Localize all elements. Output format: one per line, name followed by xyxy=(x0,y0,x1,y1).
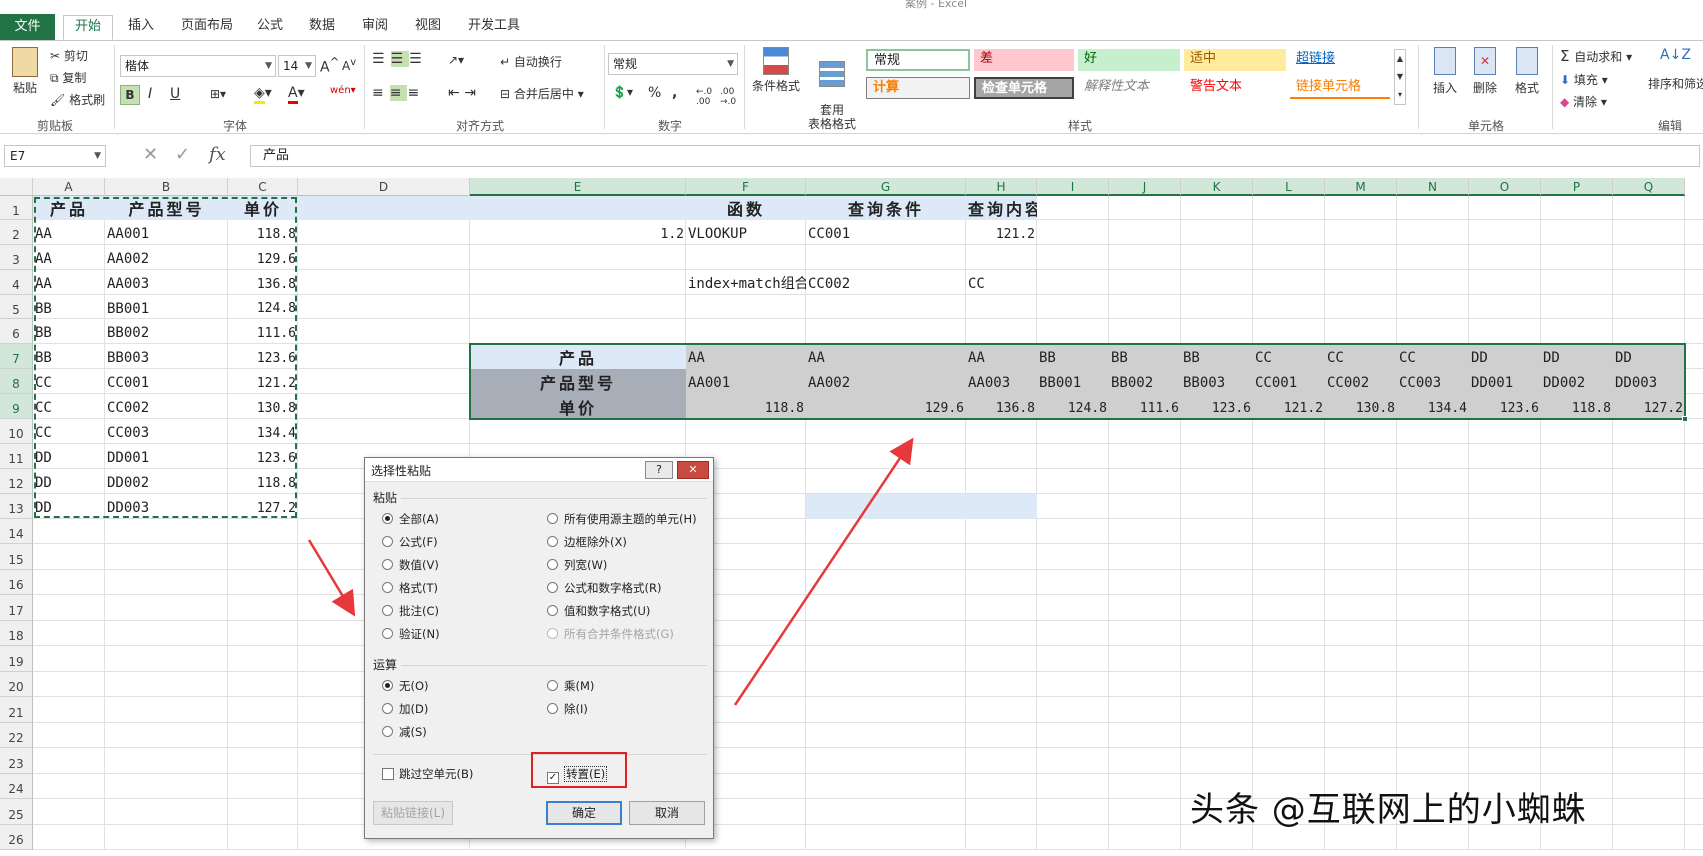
cancel-button[interactable]: 取消 xyxy=(629,801,705,825)
paste-option-radio: 所有合并条件格式(G) xyxy=(547,626,674,642)
radio-circle xyxy=(547,680,558,691)
paste-special-dialog: 选择性粘贴 ? ✕ 粘贴 运算 跳过空单元(B) ✓ 转置(E) 粘贴链接(L) … xyxy=(364,457,714,839)
radio-circle xyxy=(547,582,558,593)
radio-label: 全部(A) xyxy=(399,512,439,526)
paste-option-radio[interactable]: 公式和数字格式(R) xyxy=(547,580,661,596)
watermark: 头条 @互联网上的小蜘蛛 xyxy=(1190,790,1587,830)
radio-label: 值和数字格式(U) xyxy=(564,604,651,618)
radio-label: 公式和数字格式(R) xyxy=(564,581,662,595)
operation-section-label: 运算 xyxy=(373,658,398,672)
arrow-to-transposed-table xyxy=(733,437,914,706)
radio-circle xyxy=(547,559,558,570)
checkmark-icon: ✓ xyxy=(547,772,559,784)
ok-button[interactable]: 确定 xyxy=(546,801,622,825)
divider xyxy=(401,498,707,499)
radio-label: 验证(N) xyxy=(399,627,440,641)
radio-circle xyxy=(382,559,393,570)
radio-label: 格式(T) xyxy=(399,581,438,595)
transpose-checkbox[interactable]: ✓ 转置(E) xyxy=(547,766,608,784)
checkbox-box xyxy=(382,768,394,780)
radio-label: 乘(M) xyxy=(564,679,595,693)
paste-section-label: 粘贴 xyxy=(373,491,398,505)
radio-label: 批注(C) xyxy=(399,604,440,618)
transpose-label: 转置(E) xyxy=(564,766,608,782)
skip-blanks-checkbox[interactable]: 跳过空单元(B) xyxy=(382,766,473,782)
paste-option-radio[interactable]: 列宽(W) xyxy=(547,557,607,573)
operation-option-radio[interactable]: 减(S) xyxy=(382,724,427,740)
radio-circle xyxy=(382,513,393,524)
radio-label: 公式(F) xyxy=(399,535,438,549)
radio-circle xyxy=(382,703,393,714)
help-button[interactable]: ? xyxy=(645,461,673,479)
annotation-arrows xyxy=(307,437,914,706)
paste-option-radio[interactable]: 公式(F) xyxy=(382,534,438,550)
dialog-title: 选择性粘贴 xyxy=(371,464,432,478)
radio-label: 列宽(W) xyxy=(564,558,608,572)
radio-circle xyxy=(547,513,558,524)
radio-label: 无(O) xyxy=(399,679,429,693)
radio-circle xyxy=(547,536,558,547)
radio-circle xyxy=(547,628,558,639)
paste-option-radio[interactable]: 格式(T) xyxy=(382,580,438,596)
radio-label: 边框除外(X) xyxy=(564,535,627,549)
operation-option-radio[interactable]: 乘(M) xyxy=(547,678,594,694)
dialog-title-bar: 选择性粘贴 ? ✕ xyxy=(365,458,713,482)
radio-circle xyxy=(382,536,393,547)
paste-option-radio[interactable]: 边框除外(X) xyxy=(547,534,627,550)
arrow-to-dialog xyxy=(307,539,356,617)
radio-circle xyxy=(547,605,558,616)
radio-circle xyxy=(382,628,393,639)
radio-label: 数值(V) xyxy=(399,558,439,572)
paste-option-radio[interactable]: 数值(V) xyxy=(382,557,439,573)
skip-blanks-label: 跳过空单元(B) xyxy=(399,767,474,781)
radio-circle xyxy=(382,582,393,593)
paste-option-radio[interactable]: 所有使用源主题的单元(H) xyxy=(547,511,697,527)
radio-label: 所有使用源主题的单元(H) xyxy=(564,512,697,526)
radio-label: 除(I) xyxy=(564,702,588,716)
radio-circle xyxy=(547,703,558,714)
paste-option-radio[interactable]: 值和数字格式(U) xyxy=(547,603,650,619)
radio-circle xyxy=(382,726,393,737)
radio-circle xyxy=(382,680,393,691)
radio-label: 减(S) xyxy=(399,725,427,739)
paste-option-radio[interactable]: 批注(C) xyxy=(382,603,439,619)
radio-circle xyxy=(382,605,393,616)
radio-label: 加(D) xyxy=(399,702,429,716)
divider xyxy=(401,665,707,666)
radio-label: 所有合并条件格式(G) xyxy=(564,627,674,641)
paste-option-radio[interactable]: 验证(N) xyxy=(382,626,440,642)
operation-option-radio[interactable]: 加(D) xyxy=(382,701,428,717)
close-button[interactable]: ✕ xyxy=(677,461,709,479)
paste-option-radio[interactable]: 全部(A) xyxy=(382,511,439,527)
operation-option-radio[interactable]: 无(O) xyxy=(382,678,429,694)
paste-link-button[interactable]: 粘贴链接(L) xyxy=(373,801,453,825)
operation-option-radio[interactable]: 除(I) xyxy=(547,701,588,717)
